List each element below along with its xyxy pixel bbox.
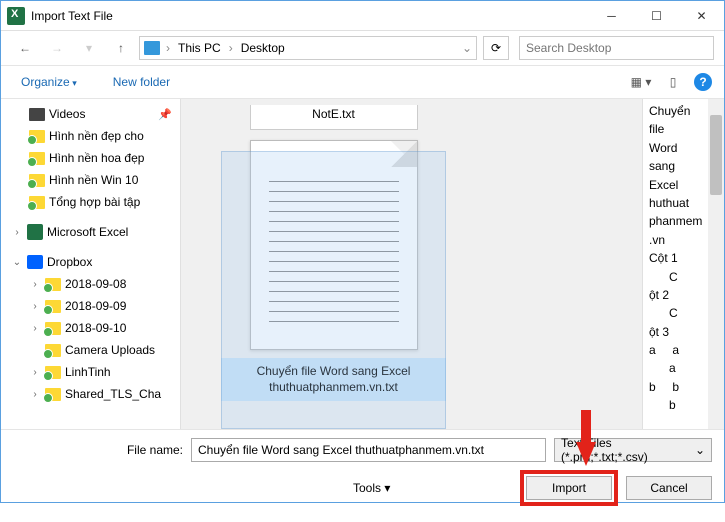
- chevron-right-icon[interactable]: ›: [29, 279, 41, 290]
- forward-button[interactable]: →: [43, 34, 71, 62]
- folder-icon: [29, 130, 45, 143]
- sidebar-item[interactable]: Camera Uploads: [3, 339, 178, 361]
- sidebar-item[interactable]: ›2018-09-09: [3, 295, 178, 317]
- chevron-right-icon: ›: [225, 41, 237, 55]
- excel-app-icon: [7, 7, 25, 25]
- sidebar-item[interactable]: Tổng hợp bài tập: [3, 191, 178, 213]
- sidebar-item-videos[interactable]: Videos📌: [3, 103, 178, 125]
- footer: File name: Text Files (*.prn;*.txt;*.csv…: [1, 429, 724, 522]
- chevron-down-icon: ⌄: [695, 443, 705, 457]
- up-button[interactable]: ↑: [107, 34, 135, 62]
- breadcrumb-root[interactable]: This PC: [176, 41, 223, 55]
- sidebar-item[interactable]: ›LinhTinh: [3, 361, 178, 383]
- file-item-note[interactable]: NotE.txt Chuyển file Word sang Excel thu…: [221, 105, 446, 401]
- help-button[interactable]: ?: [694, 73, 712, 91]
- sidebar-item[interactable]: ›2018-09-08: [3, 273, 178, 295]
- file-thumbnail[interactable]: [250, 140, 418, 350]
- pin-icon: 📌: [158, 108, 172, 121]
- chevron-right-icon[interactable]: ›: [11, 227, 23, 238]
- preview-pane-button[interactable]: ▯: [662, 71, 684, 93]
- chevron-right-icon: ›: [162, 41, 174, 55]
- dropbox-icon: [27, 255, 43, 269]
- folder-icon: [45, 388, 61, 401]
- refresh-button[interactable]: ⟳: [483, 36, 509, 60]
- cancel-button[interactable]: Cancel: [626, 476, 712, 500]
- sidebar-item[interactable]: Hình nền Win 10: [3, 169, 178, 191]
- filename-label: File name:: [13, 443, 183, 457]
- pc-icon: [144, 41, 160, 55]
- sidebar-item-excel[interactable]: ›Microsoft Excel: [3, 221, 178, 243]
- sidebar-item[interactable]: ›2018-09-10: [3, 317, 178, 339]
- back-button[interactable]: ←: [11, 34, 39, 62]
- highlight-annotation: Import: [520, 470, 618, 506]
- window-title: Import Text File: [31, 9, 589, 23]
- chevron-down-icon[interactable]: ⌄: [11, 257, 23, 268]
- chevron-right-icon[interactable]: ›: [29, 389, 41, 400]
- preview-pane: Chuyển file Word sang Excel huthuat phan…: [642, 99, 724, 429]
- scrollbar[interactable]: [708, 99, 724, 429]
- file-list[interactable]: NotE.txt Chuyển file Word sang Excel thu…: [181, 99, 642, 429]
- arrow-annotation: [576, 442, 596, 466]
- breadcrumb-dropdown-icon[interactable]: ⌄: [462, 41, 472, 55]
- recent-dropdown[interactable]: ▾: [75, 34, 103, 62]
- tools-menu[interactable]: Tools: [353, 481, 381, 495]
- sidebar-item[interactable]: Hình nền đẹp cho: [3, 125, 178, 147]
- toolbar: Organize New folder ▦ ▾ ▯ ?: [1, 65, 724, 99]
- sidebar-item-dropbox[interactable]: ⌄Dropbox: [3, 251, 178, 273]
- sidebar: Videos📌 Hình nền đẹp cho Hình nền hoa đẹ…: [1, 99, 181, 429]
- sidebar-item[interactable]: Hình nền hoa đẹp: [3, 147, 178, 169]
- file-caption: Chuyển file Word sang Excel thuthuatphan…: [221, 358, 446, 401]
- filename-input[interactable]: [191, 438, 546, 462]
- folder-icon: [45, 322, 61, 335]
- maximize-button[interactable]: ☐: [634, 1, 679, 31]
- breadcrumb[interactable]: › This PC › Desktop ⌄: [139, 36, 477, 60]
- folder-icon: [45, 278, 61, 291]
- chevron-right-icon[interactable]: ›: [29, 367, 41, 378]
- sidebar-item[interactable]: ›Shared_TLS_Cha: [3, 383, 178, 405]
- title-bar: Import Text File ─ ☐ ✕: [1, 1, 724, 31]
- folder-icon: [45, 344, 61, 357]
- close-button[interactable]: ✕: [679, 1, 724, 31]
- folder-icon: [29, 196, 45, 209]
- import-button[interactable]: Import: [526, 476, 612, 500]
- chevron-right-icon[interactable]: ›: [29, 323, 41, 334]
- folder-icon: [29, 152, 45, 165]
- search-input[interactable]: [519, 36, 714, 60]
- breadcrumb-current[interactable]: Desktop: [239, 41, 287, 55]
- folder-icon: [29, 174, 45, 187]
- file-label: NotE.txt: [250, 105, 418, 130]
- nav-bar: ← → ▾ ↑ › This PC › Desktop ⌄ ⟳: [1, 31, 724, 65]
- videos-icon: [29, 108, 45, 121]
- organize-menu[interactable]: Organize: [13, 72, 85, 92]
- chevron-right-icon[interactable]: ›: [29, 301, 41, 312]
- minimize-button[interactable]: ─: [589, 1, 634, 31]
- new-folder-button[interactable]: New folder: [105, 72, 178, 92]
- view-icons-button[interactable]: ▦ ▾: [630, 71, 652, 93]
- folder-icon: [45, 366, 61, 379]
- folder-icon: [45, 300, 61, 313]
- excel-icon: [27, 224, 43, 240]
